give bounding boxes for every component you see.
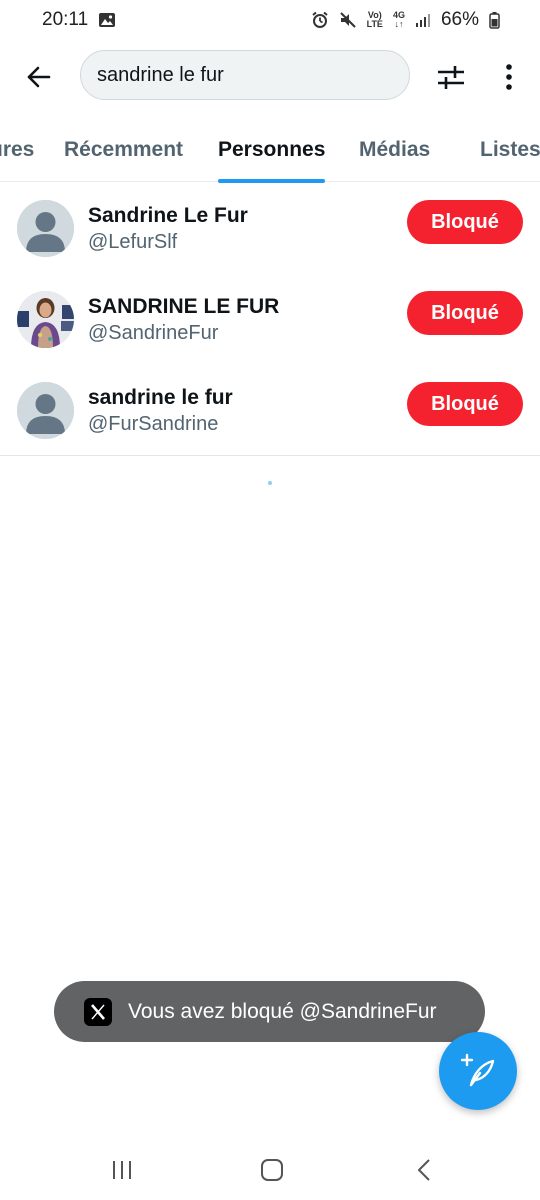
tab-lists[interactable]: Listes	[480, 118, 540, 182]
toast-notification: Vous avez bloqué @SandrineFur	[54, 981, 485, 1042]
arrow-left-icon	[27, 66, 51, 88]
person-handle: @SandrineFur	[88, 322, 219, 344]
back-button[interactable]	[20, 58, 58, 96]
profile-photo-avatar	[17, 291, 74, 348]
person-name: Sandrine Le Fur	[88, 204, 248, 227]
chevron-left-icon	[418, 1159, 430, 1181]
avatar[interactable]	[17, 291, 74, 348]
search-filters-button[interactable]	[432, 58, 470, 96]
network-gen: 4G	[392, 10, 405, 20]
person-handle: @FurSandrine	[88, 413, 219, 435]
loading-indicator	[268, 481, 272, 485]
status-left: 20:11	[42, 9, 116, 31]
blocked-button[interactable]: Bloqué	[407, 200, 523, 244]
person-handle: @LefurSlf	[88, 231, 178, 253]
alarm-icon	[311, 11, 329, 29]
tab-label: Récemment	[64, 138, 184, 161]
signal-icon	[415, 12, 431, 28]
more-options-button[interactable]	[490, 58, 528, 96]
feather-plus-icon	[460, 1053, 495, 1087]
tab-people[interactable]: Personnes	[218, 118, 326, 183]
search-tabs: ures Récemment Personnes Médias Listes	[0, 118, 540, 183]
mute-icon	[339, 11, 357, 29]
more-vertical-icon	[506, 64, 512, 90]
person-row[interactable]: SANDRINE LE FUR @SandrineFur Bloqué	[0, 273, 540, 364]
home-icon	[261, 1159, 283, 1181]
toast-message: Vous avez bloqué @SandrineFur	[128, 999, 437, 1023]
network-label-bottom: LTE	[366, 19, 383, 29]
search-header: sandrine le fur	[0, 48, 540, 104]
battery-icon	[489, 11, 500, 29]
people-results-list: Sandrine Le Fur @LefurSlf Bloqué SANDRIN…	[0, 182, 540, 455]
battery-percent: 66%	[440, 9, 479, 30]
search-input[interactable]: sandrine le fur	[80, 50, 410, 100]
image-icon	[98, 11, 116, 29]
sliders-icon	[438, 66, 464, 89]
tab-label: Médias	[359, 138, 431, 161]
default-avatar-icon	[17, 200, 74, 257]
default-avatar-icon	[17, 382, 74, 439]
avatar[interactable]	[17, 382, 74, 439]
system-back-button[interactable]	[402, 1150, 446, 1190]
system-navigation-bar	[0, 1140, 540, 1200]
list-divider	[0, 455, 540, 456]
home-button[interactable]	[250, 1150, 294, 1190]
person-name: sandrine le fur	[88, 386, 233, 409]
person-row[interactable]: Sandrine Le Fur @LefurSlf Bloqué	[0, 182, 540, 273]
tab-recent[interactable]: Récemment	[64, 118, 183, 182]
search-query: sandrine le fur	[97, 63, 224, 86]
volte-icon: Vo) LTE	[367, 11, 383, 29]
avatar[interactable]	[17, 200, 74, 257]
app-screen: 20:11 Vo) LTE 4G ↓↑ 66% sandrine le fur …	[0, 0, 540, 1200]
tab-label: ures	[0, 138, 35, 161]
tab-top[interactable]: ures	[0, 118, 34, 182]
person-name: SANDRINE LE FUR	[88, 295, 280, 318]
status-time: 20:11	[42, 9, 89, 30]
blocked-button[interactable]: Bloqué	[407, 382, 523, 426]
compose-post-button[interactable]	[439, 1032, 517, 1110]
tab-label: Personnes	[218, 138, 326, 161]
x-logo-icon	[84, 997, 112, 1026]
recent-apps-icon	[113, 1161, 131, 1179]
tab-media[interactable]: Médias	[359, 118, 430, 182]
4g-data-icon: 4G ↓↑	[392, 10, 405, 29]
status-bar: 20:11 Vo) LTE 4G ↓↑ 66%	[0, 0, 540, 40]
tab-label: Listes	[480, 138, 540, 161]
person-row[interactable]: sandrine le fur @FurSandrine Bloqué	[0, 364, 540, 455]
recent-apps-button[interactable]	[100, 1150, 144, 1190]
status-right: Vo) LTE 4G ↓↑ 66%	[311, 9, 500, 31]
blocked-button[interactable]: Bloqué	[407, 291, 523, 335]
